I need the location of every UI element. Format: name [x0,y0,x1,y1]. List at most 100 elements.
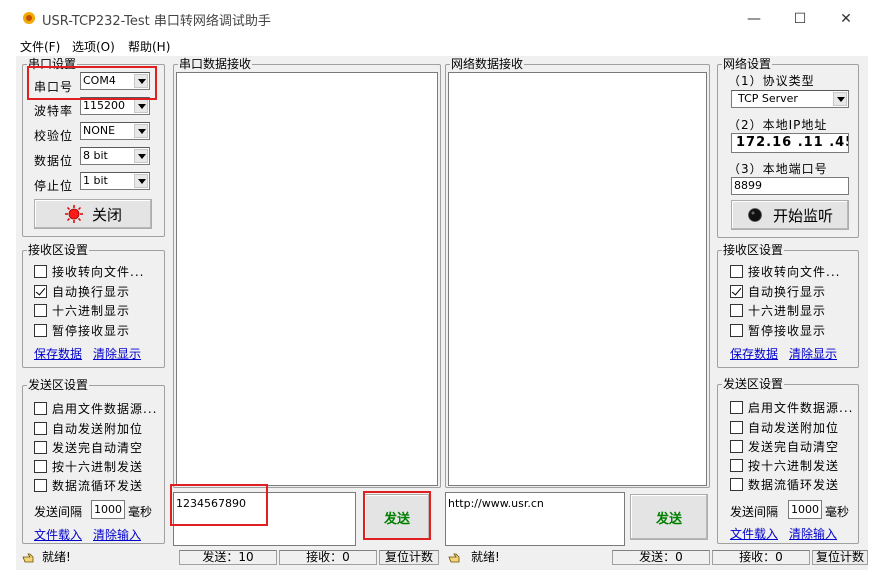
start-listen-button[interactable]: 开始监听 [731,200,849,230]
checkbox-box[interactable] [34,401,47,415]
checkbox-box[interactable] [34,440,47,454]
serial-send-input[interactable]: 1234567890 [173,492,356,546]
serial-file-source-checkbox[interactable]: 启用文件数据源... [34,400,157,416]
local-port-input[interactable]: 8899 [731,177,849,195]
checkbox-box[interactable] [730,420,743,434]
net-recv-settings-legend: 接收区设置 [723,243,784,257]
chevron-down-icon[interactable] [134,74,148,88]
parity-label: 校验位 [34,129,74,143]
serial-auto-wrap-checkbox[interactable]: 自动换行显示 [34,283,130,299]
serial-pause-display-checkbox[interactable]: 暂停接收显示 [34,322,130,338]
net-clear-display-link[interactable]: 清除显示 [789,345,837,362]
minimize-button[interactable]: — [740,6,768,32]
net-interval-unit: 毫秒 [825,505,850,519]
net-hex-display-checkbox[interactable]: 十六进制显示 [730,302,826,318]
start-listen-label: 开始监听 [772,206,833,225]
title-bar: USR-TCP232-Test 串口转网络调试助手 — ☐ ✕ [0,0,885,36]
checkbox-box[interactable] [34,478,47,492]
serial-save-data-link[interactable]: 保存数据 [34,345,82,362]
serial-interval-label: 发送间隔 [34,505,83,519]
chevron-down-icon[interactable] [134,174,148,188]
port-select-value: COM4 [83,74,116,87]
menu-options[interactable]: 选项(O) [72,38,115,55]
databits-select-value: 8 bit [83,149,108,162]
serial-close-button[interactable]: 关闭 [34,199,152,229]
local-ip-input[interactable]: 172.16 .11 .45 [731,133,849,153]
checkbox-box[interactable] [730,439,743,453]
net-settings-legend: 网络设置 [723,57,772,71]
red-led-icon [64,205,83,223]
net-loop-send-checkbox[interactable]: 数据流循环发送 [730,476,839,492]
net-send-settings-legend: 发送区设置 [723,377,784,391]
databits-select[interactable]: 8 bit [80,147,150,165]
checkbox-box[interactable] [34,284,47,298]
checkbox-box[interactable] [34,264,47,278]
parity-select[interactable]: NONE [80,122,150,140]
net-recv-to-file-checkbox[interactable]: 接收转向文件... [730,263,840,279]
app-icon [23,12,35,24]
port-select[interactable]: COM4 [80,72,150,90]
serial-sent-count: 发送：10 [179,550,277,565]
serial-clear-input-link[interactable]: 清除输入 [93,526,141,543]
chevron-down-icon[interactable] [134,124,148,138]
serial-send-settings-legend: 发送区设置 [28,378,89,392]
checkbox-box[interactable] [34,459,47,473]
checkbox-box[interactable] [730,400,743,414]
protocol-select[interactable]: TCP Server [731,90,849,108]
chevron-down-icon[interactable] [134,99,148,113]
serial-reset-count-button[interactable]: 复位计数 [379,550,439,565]
checkbox-box[interactable] [34,303,47,317]
serial-recv-textarea[interactable] [176,72,438,486]
net-file-load-link[interactable]: 文件载入 [730,525,778,542]
checkbox-box[interactable] [730,458,743,472]
net-file-source-checkbox[interactable]: 启用文件数据源... [730,399,853,415]
databits-label: 数据位 [34,154,74,168]
black-led-icon [748,208,762,222]
net-save-data-link[interactable]: 保存数据 [730,345,778,362]
net-append-bits-checkbox[interactable]: 自动发送附加位 [730,419,839,435]
net-pause-display-checkbox[interactable]: 暂停接收显示 [730,322,826,338]
serial-clear-display-link[interactable]: 清除显示 [93,345,141,362]
net-send-input[interactable]: http://www.usr.cn [445,492,625,546]
checkbox-box[interactable] [730,303,743,317]
maximize-button[interactable]: ☐ [786,6,814,32]
net-recv-textarea[interactable] [448,72,707,486]
menu-file[interactable]: 文件(F) [20,38,60,55]
serial-status-ready: 就绪! [42,550,71,564]
serial-interval-unit: 毫秒 [128,505,153,519]
checkbox-box[interactable] [34,323,47,337]
serial-settings-legend: 串口设置 [28,57,77,71]
checkbox-box[interactable] [730,284,743,298]
net-send-button[interactable]: 发送 [630,494,708,540]
checkbox-box[interactable] [730,264,743,278]
net-interval-input[interactable]: 1000 [788,500,822,519]
net-reset-count-button[interactable]: 复位计数 [812,550,868,565]
checkbox-box[interactable] [34,421,47,435]
baud-select[interactable]: 115200 [80,97,150,115]
net-clear-input-link[interactable]: 清除输入 [789,525,837,542]
net-status-ready: 就绪! [471,550,500,564]
checkbox-box[interactable] [730,477,743,491]
chevron-down-icon[interactable] [833,92,847,106]
menu-bar: 文件(F) 选项(O) 帮助(H) [0,36,885,56]
close-window-button[interactable]: ✕ [832,6,860,32]
net-auto-clear-checkbox[interactable]: 发送完自动清空 [730,438,839,454]
serial-recv-to-file-checkbox[interactable]: 接收转向文件... [34,263,144,279]
serial-auto-clear-checkbox[interactable]: 发送完自动清空 [34,439,143,455]
serial-send-button[interactable]: 发送 [364,494,430,540]
net-auto-wrap-checkbox[interactable]: 自动换行显示 [730,283,826,299]
menu-help[interactable]: 帮助(H) [128,38,170,55]
serial-interval-input[interactable]: 1000 [91,500,125,519]
pointing-hand-icon [22,553,34,563]
net-hex-send-checkbox[interactable]: 按十六进制发送 [730,457,839,473]
stopbits-select[interactable]: 1 bit [80,172,150,190]
serial-recv-legend: 串口数据接收 [179,57,252,71]
serial-hex-send-checkbox[interactable]: 按十六进制发送 [34,458,143,474]
checkbox-box[interactable] [730,323,743,337]
serial-loop-send-checkbox[interactable]: 数据流循环发送 [34,477,143,493]
chevron-down-icon[interactable] [134,149,148,163]
serial-file-load-link[interactable]: 文件载入 [34,526,82,543]
serial-append-bits-checkbox[interactable]: 自动发送附加位 [34,420,143,436]
local-port-label: （3）本地端口号 [728,162,828,176]
serial-hex-display-checkbox[interactable]: 十六进制显示 [34,302,130,318]
